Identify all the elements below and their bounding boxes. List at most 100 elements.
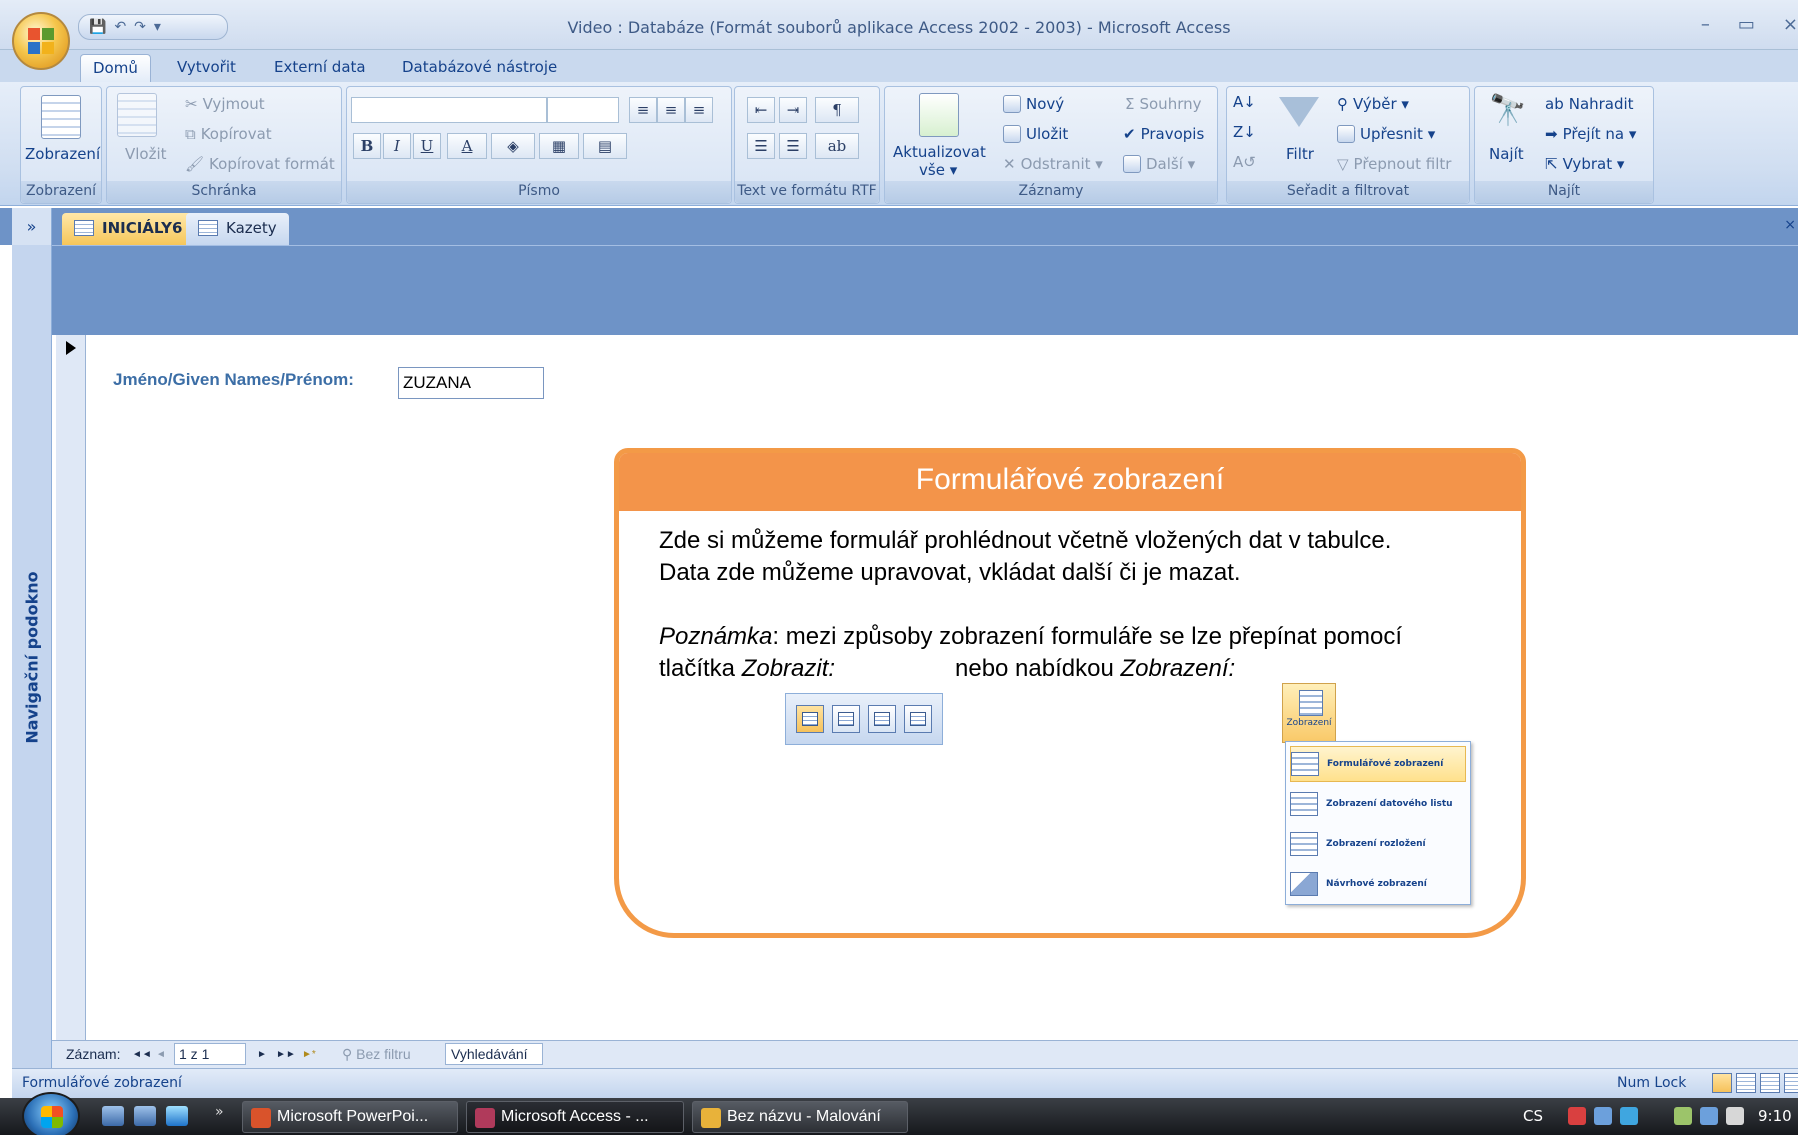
maximize-button[interactable]: ▭ bbox=[1738, 14, 1755, 35]
menu-item-design-view[interactable]: Návrhové zobrazení bbox=[1290, 866, 1466, 902]
menu-item-form-view[interactable]: Formulářové zobrazení bbox=[1290, 746, 1466, 782]
current-record-input[interactable]: 1 z 1 bbox=[174, 1043, 246, 1065]
form-view-icon[interactable] bbox=[796, 705, 824, 733]
numbering-icon[interactable]: ☰ bbox=[747, 133, 775, 159]
paragraph-direction-icon[interactable]: ¶ bbox=[815, 97, 859, 123]
underline-button[interactable]: U bbox=[413, 133, 441, 159]
increase-indent-icon[interactable]: ⇥ bbox=[779, 97, 807, 123]
clear-sort-icon[interactable]: A↺ bbox=[1233, 153, 1256, 171]
totals-button[interactable]: Σ Souhrny bbox=[1125, 95, 1201, 113]
last-record-button[interactable]: ►► bbox=[276, 1049, 296, 1060]
status-datasheet-view-icon[interactable] bbox=[1736, 1073, 1756, 1093]
close-document-button[interactable]: × bbox=[1784, 217, 1796, 233]
search-input[interactable]: Vyhledávání bbox=[445, 1043, 543, 1065]
find-button[interactable]: Najít bbox=[1489, 145, 1524, 163]
tray-alert-icon[interactable] bbox=[1568, 1107, 1586, 1125]
save-record-button[interactable]: Uložit bbox=[1003, 125, 1068, 143]
name-field-input[interactable]: ZUZANA bbox=[398, 367, 544, 399]
task-powerpoint[interactable]: Microsoft PowerPoi... bbox=[242, 1101, 458, 1133]
close-button[interactable]: × bbox=[1783, 14, 1798, 35]
status-layout-view-icon[interactable] bbox=[1760, 1073, 1780, 1093]
group-find: 🔭 Najít ab Nahradit ➡ Přejít na ▾ ⇱ Vybrat … bbox=[1474, 86, 1654, 204]
previous-record-button[interactable]: ◄ bbox=[156, 1049, 166, 1060]
menu-item-datasheet-view[interactable]: Zobrazení datového listu bbox=[1290, 786, 1466, 822]
volume-icon[interactable] bbox=[1726, 1107, 1744, 1125]
selection-button[interactable]: ⚲ Výběr ▾ bbox=[1337, 95, 1409, 113]
doc-tab-kazety[interactable]: Kazety bbox=[186, 213, 289, 245]
name-field-label: Jméno/Given Names/Prénom: bbox=[113, 370, 354, 389]
filter-off-icon: ⚲ bbox=[342, 1046, 357, 1062]
gridlines-icon[interactable]: ▦ bbox=[539, 133, 579, 159]
design-view-icon[interactable] bbox=[904, 705, 932, 733]
font-color-button[interactable]: A bbox=[447, 133, 487, 159]
delete-record-button[interactable]: ✕ Odstranit ▾ bbox=[1003, 155, 1103, 173]
status-design-view-icon[interactable] bbox=[1784, 1073, 1798, 1093]
goto-button[interactable]: ➡ Přejít na ▾ bbox=[1545, 125, 1636, 143]
italic-button[interactable]: I bbox=[383, 133, 411, 159]
view-menu-button[interactable]: Zobrazení bbox=[1282, 683, 1336, 743]
new-record-nav-button[interactable]: ►* bbox=[302, 1049, 316, 1060]
alternate-fill-icon[interactable]: ▤ bbox=[583, 133, 627, 159]
internet-explorer-icon[interactable] bbox=[166, 1106, 188, 1126]
sort-descending-icon[interactable]: Z↓ bbox=[1233, 123, 1256, 141]
office-button[interactable] bbox=[12, 12, 70, 70]
tab-external-data[interactable]: Externí data bbox=[262, 54, 378, 82]
show-desktop-icon[interactable] bbox=[102, 1106, 124, 1126]
brush-icon: 🖌 bbox=[185, 155, 205, 173]
view-button[interactable]: Zobrazení bbox=[25, 145, 100, 163]
font-name-dropdown[interactable] bbox=[351, 97, 547, 123]
format-painter-button[interactable]: 🖌 Kopírovat formát bbox=[185, 155, 335, 173]
datasheet-view-icon[interactable] bbox=[832, 705, 860, 733]
navigation-pane[interactable]: Navigační podokno bbox=[12, 245, 52, 1070]
status-view-buttons bbox=[1712, 1073, 1798, 1093]
align-center-button[interactable]: ≡ bbox=[657, 97, 685, 123]
bold-button[interactable]: B bbox=[353, 133, 381, 159]
select-button[interactable]: ⇱ Vybrat ▾ bbox=[1545, 155, 1624, 173]
tray-network-icon[interactable] bbox=[1594, 1107, 1612, 1125]
status-form-view-icon[interactable] bbox=[1712, 1073, 1732, 1093]
filter-button[interactable]: Filtr bbox=[1286, 145, 1314, 163]
filter-status[interactable]: ⚲ Bez filtru bbox=[342, 1046, 411, 1063]
doc-tab-iniciały6[interactable]: INICIÁLY6 bbox=[62, 213, 195, 245]
fill-color-icon[interactable]: ◈ bbox=[491, 133, 535, 159]
next-record-button[interactable]: ► bbox=[257, 1049, 267, 1060]
copy-button[interactable]: ⧉ Kopírovat bbox=[185, 125, 272, 143]
tray-display-icon[interactable] bbox=[1700, 1107, 1718, 1125]
nav-pane-toggle-button[interactable]: » bbox=[12, 208, 52, 245]
sort-ascending-icon[interactable]: A↓ bbox=[1233, 93, 1256, 111]
layout-view-icon[interactable] bbox=[868, 705, 896, 733]
menu-item-layout-view[interactable]: Zobrazení rozložení bbox=[1290, 826, 1466, 862]
tab-create[interactable]: Vytvořit bbox=[165, 54, 248, 82]
first-record-button[interactable]: ◄◄ bbox=[132, 1049, 152, 1060]
more-button[interactable]: Další ▾ bbox=[1123, 155, 1195, 173]
bullets-icon[interactable]: ☰ bbox=[779, 133, 807, 159]
navigation-pane-label-wrap: Navigační podokno bbox=[12, 245, 52, 1070]
refresh-button[interactable]: Aktualizovat bbox=[893, 143, 986, 161]
task-access[interactable]: Microsoft Access - ... bbox=[466, 1101, 684, 1133]
spelling-button[interactable]: ✔ Pravopis bbox=[1123, 125, 1204, 143]
font-size-dropdown[interactable] bbox=[547, 97, 619, 123]
cut-button[interactable]: ✂ Vyjmout bbox=[185, 95, 265, 113]
tab-database-tools[interactable]: Databázové nástroje bbox=[390, 54, 569, 82]
tray-battery-icon[interactable] bbox=[1674, 1107, 1692, 1125]
record-selector[interactable] bbox=[56, 335, 86, 1040]
decrease-indent-icon[interactable]: ⇤ bbox=[747, 97, 775, 123]
start-button[interactable] bbox=[22, 1092, 80, 1135]
replace-button[interactable]: ab Nahradit bbox=[1545, 95, 1634, 113]
quick-launch-more-button[interactable]: » bbox=[215, 1104, 224, 1120]
tab-home[interactable]: Domů bbox=[80, 54, 151, 82]
refresh-all-dropdown[interactable]: vše ▾ bbox=[919, 161, 957, 179]
task-paint[interactable]: Bez názvu - Malování bbox=[692, 1101, 908, 1133]
ribbon-tabs: Domů Vytvořit Externí data Databázové ná… bbox=[0, 50, 1798, 82]
new-record-button[interactable]: Nový bbox=[1003, 95, 1064, 113]
highlight-icon[interactable]: ab bbox=[815, 133, 859, 159]
align-right-button[interactable]: ≡ bbox=[685, 97, 713, 123]
align-left-button[interactable]: ≡ bbox=[629, 97, 657, 123]
minimize-button[interactable]: – bbox=[1701, 14, 1710, 35]
advanced-filter-button[interactable]: Upřesnit ▾ bbox=[1337, 125, 1435, 143]
paste-button[interactable]: Vložit bbox=[125, 145, 167, 163]
switch-windows-icon[interactable] bbox=[134, 1106, 156, 1126]
tray-app-icon[interactable] bbox=[1620, 1107, 1638, 1125]
language-indicator[interactable]: CS bbox=[1523, 1107, 1543, 1125]
toggle-filter-button[interactable]: ▽ Přepnout filtr bbox=[1337, 155, 1451, 173]
